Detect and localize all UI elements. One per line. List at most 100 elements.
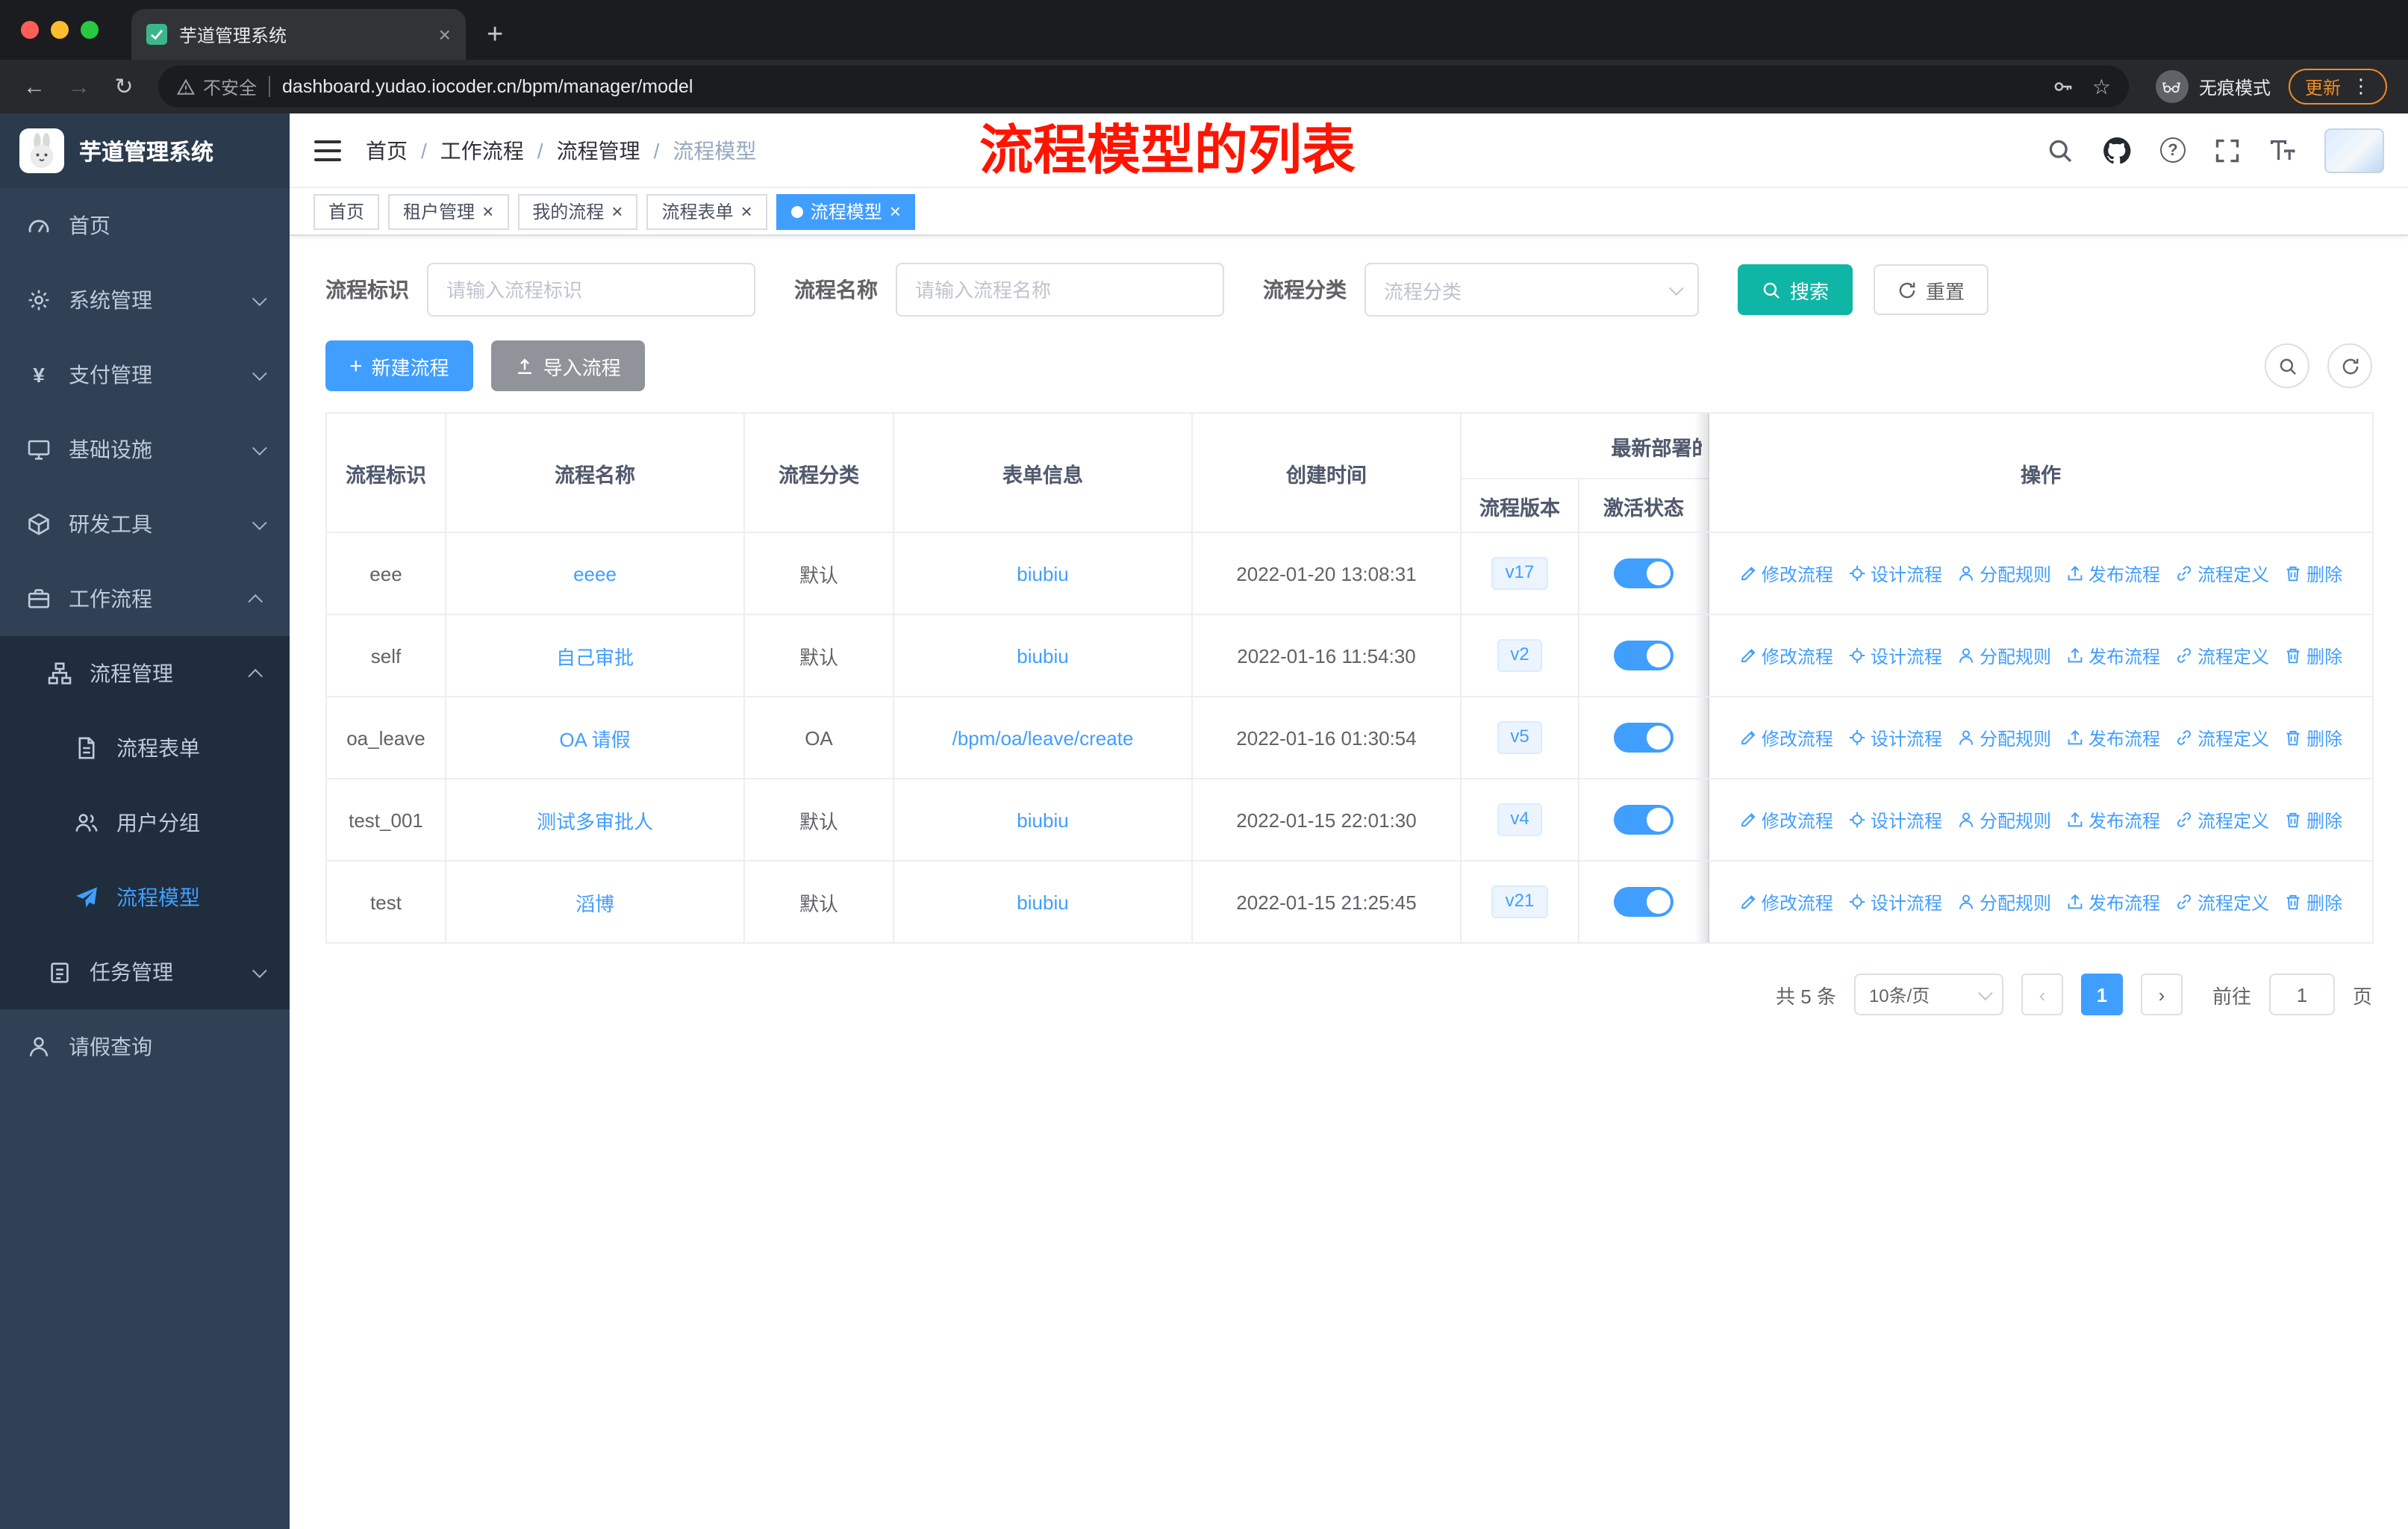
form-info-link[interactable]: biubiu (1017, 644, 1068, 667)
action-definition[interactable]: 流程定义 (2175, 889, 2269, 915)
tag-close-icon[interactable]: × (611, 202, 623, 221)
reset-button[interactable]: 重置 (1874, 264, 1989, 315)
action-definition[interactable]: 流程定义 (2175, 807, 2269, 832)
model-name-link[interactable]: 滔博 (576, 892, 614, 915)
name-input[interactable] (896, 263, 1224, 317)
refresh-table-button[interactable] (2327, 343, 2372, 388)
form-info-link[interactable]: /bpm/oa/leave/create (952, 726, 1134, 749)
tag-close-icon[interactable]: × (482, 202, 493, 221)
action-assign[interactable]: 分配规则 (1957, 807, 2051, 832)
import-model-button[interactable]: 导入流程 (490, 340, 645, 391)
action-edit[interactable]: 修改流程 (1739, 561, 1833, 586)
action-publish[interactable]: 发布流程 (2066, 561, 2160, 586)
active-toggle[interactable] (1614, 558, 1674, 588)
search-button[interactable]: 搜索 (1738, 264, 1853, 315)
breadcrumb-item-home[interactable]: 首页 (366, 135, 408, 165)
action-publish[interactable]: 发布流程 (2066, 643, 2160, 668)
action-definition[interactable]: 流程定义 (2175, 725, 2269, 750)
sidebar-item-4[interactable]: 研发工具 (0, 487, 290, 561)
sidebar-item-9[interactable]: 流程模型 (0, 860, 290, 935)
action-delete[interactable]: 删除 (2284, 643, 2342, 668)
action-definition[interactable]: 流程定义 (2175, 561, 2269, 586)
tag-close-icon[interactable]: × (890, 202, 901, 221)
action-edit[interactable]: 修改流程 (1739, 643, 1833, 668)
prev-page-button[interactable]: ‹ (2021, 974, 2063, 1015)
sidebar-item-5[interactable]: 工作流程 (0, 561, 290, 636)
fullscreen-icon[interactable] (2214, 137, 2241, 164)
action-assign[interactable]: 分配规则 (1957, 561, 2051, 586)
minimize-window-button[interactable] (51, 21, 69, 39)
model-name-link[interactable]: eeee (573, 562, 617, 585)
sidebar-item-6[interactable]: 流程管理 (0, 636, 290, 711)
action-design[interactable]: 设计流程 (1848, 561, 1942, 586)
sidebar-item-0[interactable]: 首页 (0, 188, 290, 263)
sidebar-item-7[interactable]: 流程表单 (0, 711, 290, 785)
sidebar-item-1[interactable]: 系统管理 (0, 263, 290, 337)
back-button[interactable]: ← (15, 74, 54, 99)
model-name-link[interactable]: OA 请假 (559, 728, 630, 750)
password-key-icon[interactable] (2053, 76, 2074, 97)
action-publish[interactable]: 发布流程 (2066, 889, 2160, 915)
browser-update-button[interactable]: 更新 ⋮ (2288, 69, 2387, 105)
model-name-link[interactable]: 自己审批 (556, 646, 634, 668)
zoom-window-button[interactable] (81, 21, 99, 39)
action-design[interactable]: 设计流程 (1848, 889, 1942, 915)
category-select[interactable]: 流程分类 (1364, 263, 1699, 317)
action-definition[interactable]: 流程定义 (2175, 643, 2269, 668)
help-icon[interactable]: ? (2160, 137, 2186, 163)
action-delete[interactable]: 删除 (2284, 561, 2342, 586)
model-name-link[interactable]: 测试多审批人 (537, 810, 653, 832)
form-info-link[interactable]: biubiu (1017, 809, 1068, 831)
tag-4[interactable]: 流程模型 × (776, 193, 916, 229)
address-bar[interactable]: 不安全 dashboard.yudao.iocoder.cn/bpm/manag… (158, 66, 2129, 108)
reload-button[interactable]: ↻ (105, 73, 143, 100)
page-size-select[interactable]: 10条/页 (1853, 974, 2003, 1015)
tag-close-icon[interactable]: × (741, 202, 752, 221)
create-model-button[interactable]: + 新建流程 (325, 340, 473, 391)
github-icon[interactable] (2102, 135, 2132, 165)
action-assign[interactable]: 分配规则 (1957, 643, 2051, 668)
action-delete[interactable]: 删除 (2284, 889, 2342, 915)
action-edit[interactable]: 修改流程 (1739, 889, 1833, 915)
active-toggle[interactable] (1614, 723, 1674, 753)
browser-tab[interactable]: 芋道管理系统 × (131, 9, 466, 60)
active-toggle[interactable] (1614, 805, 1674, 835)
user-avatar[interactable] (2324, 128, 2384, 172)
breadcrumb-item-process-mgmt[interactable]: 流程管理 (557, 135, 640, 165)
sidebar-item-8[interactable]: 用户分组 (0, 785, 290, 860)
font-size-icon[interactable] (2269, 137, 2296, 164)
browser-menu-icon[interactable]: ⋮ (2351, 75, 2371, 99)
action-design[interactable]: 设计流程 (1848, 725, 1942, 750)
sidebar-item-3[interactable]: 基础设施 (0, 412, 290, 487)
toggle-search-button[interactable] (2265, 343, 2309, 388)
action-delete[interactable]: 删除 (2284, 807, 2342, 832)
page-1-button[interactable]: 1 (2080, 974, 2123, 1015)
action-publish[interactable]: 发布流程 (2066, 725, 2160, 750)
next-page-button[interactable]: › (2140, 974, 2183, 1015)
new-tab-button[interactable]: + (487, 21, 503, 49)
tag-2[interactable]: 我的流程 × (517, 193, 638, 229)
security-chip[interactable]: 不安全 (176, 74, 257, 99)
active-toggle[interactable] (1614, 887, 1674, 917)
action-design[interactable]: 设计流程 (1848, 643, 1942, 668)
action-delete[interactable]: 删除 (2284, 725, 2342, 750)
action-publish[interactable]: 发布流程 (2066, 807, 2160, 832)
sidebar-logo[interactable]: 芋道管理系统 (0, 113, 290, 188)
form-info-link[interactable]: biubiu (1017, 891, 1068, 913)
action-edit[interactable]: 修改流程 (1739, 725, 1833, 750)
sidebar-item-10[interactable]: 任务管理 (0, 935, 290, 1009)
close-window-button[interactable] (21, 21, 39, 39)
collapse-sidebar-icon[interactable] (314, 138, 342, 162)
key-input[interactable] (427, 263, 755, 317)
tag-0[interactable]: 首页 (314, 193, 380, 229)
action-assign[interactable]: 分配规则 (1957, 725, 2051, 750)
sidebar-item-11[interactable]: 请假查询 (0, 1009, 290, 1084)
search-icon[interactable] (2047, 137, 2074, 164)
action-edit[interactable]: 修改流程 (1739, 807, 1833, 832)
breadcrumb-item-workflow[interactable]: 工作流程 (440, 135, 524, 165)
sidebar-item-2[interactable]: ¥ 支付管理 (0, 337, 290, 412)
form-info-link[interactable]: biubiu (1017, 562, 1068, 585)
tag-3[interactable]: 流程表单 × (646, 193, 767, 229)
bookmark-star-icon[interactable]: ☆ (2092, 74, 2111, 99)
goto-page-input[interactable] (2268, 974, 2335, 1015)
